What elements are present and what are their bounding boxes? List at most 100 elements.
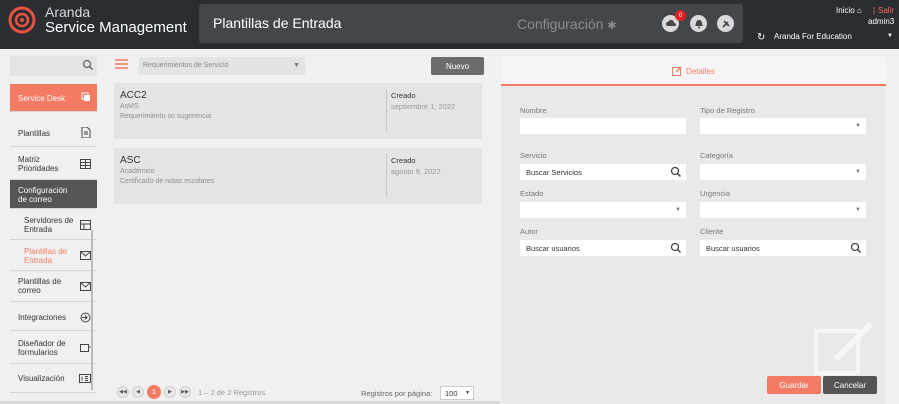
nombre-label: Nombre	[520, 106, 547, 115]
salir-link[interactable]: Salir	[878, 6, 894, 15]
first-page-icon[interactable]: ◀◀	[117, 386, 129, 398]
search-icon	[670, 242, 682, 254]
caret-down-icon: ▼	[855, 207, 861, 213]
sidebar: Service Desk Plantillas Matriz Prioridad…	[10, 56, 97, 404]
per-page-value: 100	[445, 389, 458, 398]
sidebar-item-label: Plantillas de correo	[18, 277, 62, 295]
organization-select[interactable]: Aranda For Education ▼	[770, 30, 897, 44]
home-icon: ⌂	[856, 6, 862, 15]
visualization-icon	[79, 374, 91, 385]
sidebar-item-visualizacion[interactable]: Visualización	[10, 365, 97, 393]
sidebar-item-label: Visualización	[18, 374, 65, 383]
current-user: admin3	[868, 17, 895, 26]
form-designer-icon	[80, 343, 91, 355]
integration-icon	[80, 312, 91, 325]
new-button[interactable]: Nuevo	[431, 57, 484, 75]
sidebar-item-servidores-entrada[interactable]: Servidores de Entrada	[10, 210, 97, 240]
organization-value: Aranda For Education	[774, 32, 852, 41]
server-icon	[80, 220, 91, 232]
record-type-select[interactable]: Requerimientos de Servicio ▼	[139, 57, 305, 75]
pagination-info: 1 – 2 de 2 Registros	[198, 387, 266, 397]
sidebar-item-label: Servidores de Entrada	[24, 216, 74, 234]
search-icon	[670, 166, 682, 178]
config-title-label: Configuración	[517, 16, 604, 32]
sidebar-item-plantillas-correo[interactable]: Plantillas de correo	[10, 272, 97, 302]
aranda-logo-icon	[8, 6, 36, 34]
template-card-acc2[interactable]: ACC2 AsMS Requerimiento so sugerencia Cr…	[114, 83, 482, 139]
caret-down-icon: ▼	[855, 169, 861, 175]
caret-down-icon: ▼	[675, 207, 681, 213]
last-page-icon[interactable]: ▶▶	[179, 386, 191, 398]
sidebar-scrollbar[interactable]	[91, 230, 93, 390]
caret-down-icon: ▼	[887, 33, 893, 39]
sidebar-search-input[interactable]	[10, 56, 97, 76]
brand-top: Aranda	[45, 4, 91, 20]
card-category: Certificado de notas escolares	[120, 178, 215, 185]
inicio-link[interactable]: Inicio ⌂	[836, 6, 862, 15]
tipo-registro-label: Tipo de Registro	[700, 106, 755, 115]
tab-detalles[interactable]: Detalles	[501, 57, 886, 86]
cliente-search-input[interactable]: Buscar usuarios	[700, 240, 866, 256]
nombre-input[interactable]	[520, 118, 686, 134]
estado-select[interactable]: ▼	[520, 202, 686, 218]
card-divider	[386, 154, 387, 198]
cancel-button[interactable]: Cancelar	[823, 376, 877, 394]
bell-icon[interactable]	[690, 15, 707, 32]
caret-down-icon: ▼	[465, 390, 470, 396]
sidebar-item-plantillas[interactable]: Plantillas	[10, 120, 97, 147]
hamburger-menu-icon[interactable]	[115, 59, 128, 69]
caret-down-icon: ▼	[855, 123, 861, 129]
sidebar-item-label: Matriz Prioridades	[18, 155, 59, 173]
sidebar-group-configuracion-correo[interactable]: Configuración de correo	[10, 180, 97, 209]
next-page-icon[interactable]: ▶	[164, 386, 176, 398]
document-icon	[81, 126, 91, 140]
search-icon	[850, 242, 862, 254]
refresh-icon[interactable]: ↻	[757, 32, 765, 43]
pagination: ◀◀ ◀ 1 ▶ ▶▶ 1 – 2 de 2 Registros	[117, 385, 265, 399]
card-service: Académico	[120, 168, 155, 175]
card-category: Requerimiento so sugerencia	[120, 113, 212, 120]
copy-icon	[81, 92, 91, 104]
per-page-label: Registros por página:	[361, 389, 433, 398]
sidebar-item-label: Plantillas de Entrada	[24, 247, 68, 265]
edit-icon	[672, 66, 682, 76]
notification-badge: 0	[675, 10, 686, 21]
prev-page-icon[interactable]: ◀	[132, 386, 144, 398]
sidebar-item-integraciones[interactable]: Integraciones	[10, 303, 97, 331]
sidebar-item-disenador-formularios[interactable]: Diseñador de formularios	[10, 332, 97, 364]
tools-icon[interactable]	[717, 15, 734, 32]
autor-search-input[interactable]: Buscar usuarios	[520, 240, 686, 256]
card-created-date: agosto 9, 2022	[391, 167, 441, 176]
template-card-asc[interactable]: ASC Académico Certificado de notas escol…	[114, 148, 482, 204]
mail-icon	[80, 282, 91, 293]
table-icon	[80, 159, 91, 171]
categoria-select[interactable]: ▼	[700, 164, 866, 180]
save-button[interactable]: Guardar	[767, 376, 821, 394]
urgencia-select[interactable]: ▼	[700, 202, 866, 218]
tipo-registro-select[interactable]: ▼	[700, 118, 866, 134]
servicio-label: Servicio	[520, 151, 547, 160]
page-title: Plantillas de Entrada	[213, 15, 342, 31]
sidebar-item-label: Diseñador de formularios	[18, 339, 66, 357]
record-type-value: Requerimientos de Servicio	[143, 62, 229, 69]
autor-value: Buscar usuarios	[526, 244, 580, 253]
sidebar-item-service-desk[interactable]: Service Desk	[10, 84, 97, 112]
config-title[interactable]: Configuración ✱	[517, 16, 617, 32]
top-bar: Aranda Service Management Plantillas de …	[0, 0, 899, 49]
page-number-current[interactable]: 1	[147, 385, 161, 399]
autor-label: Autor	[520, 227, 538, 236]
servicio-value: Buscar Servicios	[526, 168, 582, 177]
inbox-icon	[80, 251, 91, 262]
inicio-label: Inicio	[836, 6, 855, 15]
sidebar-group-label: Configuración de correo	[18, 186, 68, 204]
sidebar-item-matriz-prioridades[interactable]: Matriz Prioridades	[10, 148, 97, 180]
servicio-search-input[interactable]: Buscar Servicios	[520, 164, 686, 180]
watermark-edit-icon	[814, 321, 874, 375]
search-icon	[82, 59, 94, 71]
per-page-select[interactable]: 100 ▼	[440, 386, 474, 400]
estado-label: Estado	[520, 189, 544, 198]
card-service: AsMS	[120, 103, 139, 110]
sidebar-item-label: Service Desk	[18, 94, 66, 103]
card-code: ASC	[120, 155, 141, 166]
sidebar-item-plantillas-entrada[interactable]: Plantillas de Entrada	[10, 241, 97, 271]
